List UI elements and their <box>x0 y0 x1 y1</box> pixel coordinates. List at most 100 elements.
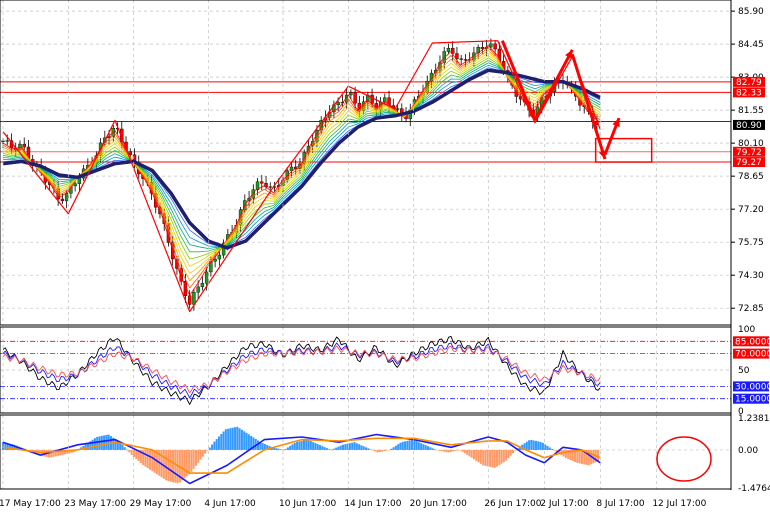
macd-histogram-bar <box>479 449 482 464</box>
macd-histogram-bar <box>305 439 308 450</box>
price-tick-label: 72.85 <box>738 304 764 314</box>
candle-body <box>5 140 9 142</box>
macd-histogram-bar <box>546 445 549 450</box>
macd-histogram-bar <box>247 434 250 450</box>
x-tick-label: 12 Jul 17:00 <box>652 499 706 509</box>
macd-histogram-bar <box>530 439 533 450</box>
macd-histogram-bar <box>238 428 241 450</box>
macd-histogram-bar <box>328 449 331 450</box>
macd-histogram-bar <box>245 432 248 450</box>
macd-histogram-bar <box>371 449 374 451</box>
ma-ribbon-line <box>2 60 601 253</box>
macd-histogram-bar <box>580 449 583 464</box>
macd-histogram-bar <box>358 444 361 450</box>
candle-body <box>128 151 132 155</box>
macd-histogram-bar <box>436 449 439 451</box>
macd-histogram-bar <box>174 449 177 483</box>
macd-histogram-bar <box>475 449 478 461</box>
macd-histogram-bar <box>194 449 197 466</box>
x-axis: 17 May 17:00 23 May 17:00 29 May 17:00 4 Ju… <box>0 0 707 509</box>
macd-histogram-bar <box>408 440 411 450</box>
macd-histogram-bar <box>224 429 227 450</box>
macd-histogram-bar <box>293 442 296 450</box>
macd-histogram-bar <box>410 439 413 450</box>
macd-histogram-bar <box>427 446 430 450</box>
macd-histogram-bar <box>390 448 393 450</box>
candle-body <box>60 198 65 202</box>
macd-histogram-bar <box>332 448 335 450</box>
macd-histogram-bar <box>197 449 200 463</box>
macd-histogram-bar <box>505 449 508 461</box>
macd-histogram-bar <box>541 442 544 450</box>
macd-histogram-bar <box>128 449 131 453</box>
candle-body <box>349 92 353 96</box>
macd-histogram-bar <box>319 445 322 450</box>
macd-histogram-bar <box>144 449 147 467</box>
macd-histogram-bar <box>211 444 214 450</box>
macd-histogram-bar <box>307 440 310 450</box>
candle-body <box>64 193 69 202</box>
macd-histogram-bar <box>286 447 289 450</box>
arrow-down <box>500 40 537 121</box>
price-tick-label: 78.65 <box>738 172 764 182</box>
macd-histogram-bar <box>422 444 425 450</box>
x-tick-label: 10 Jun 17:00 <box>279 499 336 509</box>
macd-histogram-bar <box>217 436 220 450</box>
macd-histogram-bar <box>491 449 494 468</box>
macd-histogram-bar <box>392 447 395 450</box>
candle-body <box>192 292 196 305</box>
macd-histogram-bar <box>482 449 485 466</box>
price-tick-label: 74.30 <box>738 271 764 281</box>
macd-histogram-bar <box>369 449 372 450</box>
macd-histogram-bar <box>105 434 108 450</box>
macd-histogram-bar <box>243 431 246 450</box>
macd-histogram-bar <box>227 428 230 450</box>
price-tag-label: 80.90 <box>736 121 762 131</box>
osc-series-line <box>2 335 601 405</box>
macd-histogram-bar <box>463 449 466 454</box>
x-tick-label: 23 May 17:00 <box>64 499 126 509</box>
macd-histogram-bar <box>553 449 556 451</box>
macd-histogram-bar <box>135 449 138 459</box>
macd-histogram-bar <box>353 442 356 450</box>
price-tick-label: 77.20 <box>738 205 764 215</box>
macd-histogram-bar <box>525 441 528 450</box>
macd-histogram-bar <box>459 449 462 451</box>
osc-tick-label: 85.0000 <box>735 337 770 347</box>
candle-body <box>395 108 400 110</box>
candle-body <box>196 286 200 293</box>
macd-histogram-bar <box>342 444 345 450</box>
macd-histogram-bar <box>98 436 101 450</box>
osc-tick-label: 100 <box>738 325 755 335</box>
macd-histogram-bar <box>360 445 363 450</box>
macd-histogram-bar <box>204 449 207 454</box>
ma-thick-line <box>2 68 602 250</box>
macd-histogram-bar <box>289 445 292 450</box>
macd-histogram-bar <box>335 447 338 450</box>
osc-series-line <box>2 342 601 399</box>
macd-histogram-bar <box>551 449 554 450</box>
ma-ribbon-line <box>2 57 601 260</box>
macd-histogram-bar <box>192 449 195 469</box>
macd-histogram-bar <box>100 435 103 450</box>
macd-histogram-bar <box>381 449 384 452</box>
macd-panel: 1.2381 0.00 -1.4764 <box>0 414 770 494</box>
macd-histogram-bar <box>206 449 209 451</box>
panel-frame-2 <box>0 414 732 490</box>
macd-histogram-bar <box>461 449 464 452</box>
macd-histogram-bar <box>355 443 358 450</box>
x-tick-label: 14 Jun 17:00 <box>344 499 401 509</box>
price-tick-label: 75.75 <box>738 238 764 248</box>
macd-histogram-bar <box>126 449 129 451</box>
price-tick-label: 85.90 <box>738 7 764 17</box>
macd-histogram-bar <box>167 449 170 482</box>
macd-tick-label: 0.00 <box>738 446 758 456</box>
macd-histogram-bar <box>415 441 418 450</box>
macd-histogram-bar <box>401 441 404 450</box>
macd-histogram-bar <box>337 446 340 450</box>
osc-tick-label: 50 <box>738 366 750 376</box>
macd-histogram-bar <box>468 449 471 457</box>
macd-histogram-bar <box>321 446 324 450</box>
macd-histogram-bar <box>548 447 551 450</box>
macd-histogram-bar <box>564 449 567 458</box>
